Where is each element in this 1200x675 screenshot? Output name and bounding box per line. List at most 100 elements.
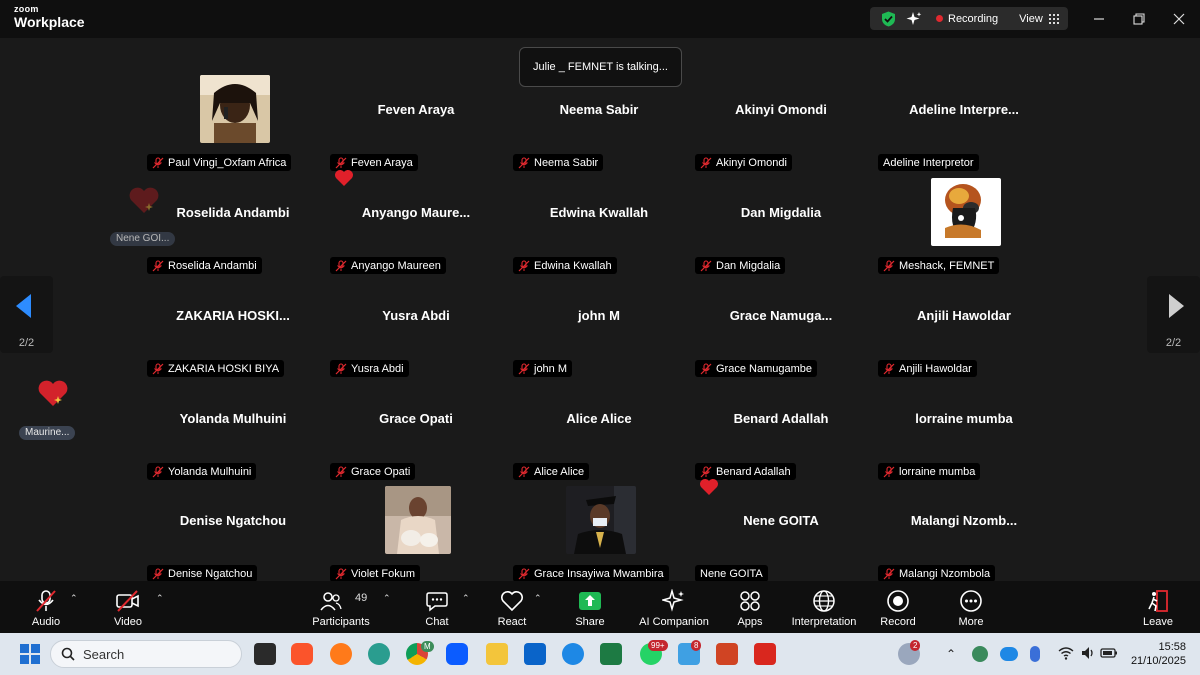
participant-label-text: lorraine mumba bbox=[899, 465, 976, 478]
battery-icon[interactable] bbox=[1100, 646, 1118, 665]
participant-label: Anjili Hawoldar bbox=[878, 360, 977, 377]
next-page-button[interactable]: 2/2 bbox=[1147, 276, 1200, 353]
participant-label-text: Adeline Interpretor bbox=[883, 156, 974, 169]
participant-tile[interactable]: Yusra Abdi Yusra Abdi bbox=[327, 281, 505, 381]
participant-tile[interactable]: Violet Fokum bbox=[327, 486, 505, 586]
interpretation-button[interactable]: Interpretation bbox=[790, 581, 858, 633]
participant-photo bbox=[200, 75, 270, 143]
firefox-icon[interactable] bbox=[330, 643, 352, 665]
participant-tile[interactable]: Roselida Andambi Roselida Andambi bbox=[144, 178, 322, 278]
restore-button[interactable] bbox=[1128, 8, 1150, 30]
task-view-icon[interactable] bbox=[254, 643, 276, 665]
minimize-button[interactable] bbox=[1088, 8, 1110, 30]
participant-tile[interactable]: Malangi Nzomb... Malangi Nzombola bbox=[875, 486, 1053, 586]
participant-label: lorraine mumba bbox=[878, 463, 981, 480]
participant-label-text: Yusra Abdi bbox=[351, 362, 404, 375]
interpretation-label: Interpretation bbox=[791, 616, 857, 628]
participant-tile[interactable]: Grace Opati Grace Opati bbox=[327, 384, 505, 484]
react-button[interactable]: React bbox=[494, 581, 530, 633]
participant-tile[interactable]: Alice Alice Alice Alice bbox=[510, 384, 688, 484]
wifi-icon[interactable] bbox=[1058, 645, 1074, 666]
participant-tile[interactable]: lorraine mumba lorraine mumba bbox=[875, 384, 1053, 484]
chevron-up-icon[interactable]: ⌃ bbox=[946, 647, 956, 661]
heart-reaction-icon bbox=[335, 170, 353, 186]
participant-tile[interactable]: Paul Vingi_Oxfam Africa bbox=[144, 75, 322, 175]
grid-view-icon[interactable] bbox=[1048, 13, 1059, 24]
recording-label[interactable]: Recording bbox=[948, 13, 998, 25]
leave-label: Leave bbox=[1143, 616, 1173, 628]
view-button[interactable]: View bbox=[1019, 13, 1043, 25]
onedrive-icon[interactable] bbox=[1000, 647, 1018, 661]
volume-icon[interactable] bbox=[1080, 645, 1096, 666]
video-button[interactable]: Video bbox=[110, 581, 146, 633]
participant-name: Grace Namuga... bbox=[729, 308, 833, 323]
outlook-icon[interactable] bbox=[524, 643, 546, 665]
mic-muted-icon bbox=[518, 465, 530, 477]
participant-tile[interactable]: Edwina Kwallah Edwina Kwallah bbox=[510, 178, 688, 278]
participants-icon bbox=[318, 588, 344, 614]
participant-tile[interactable]: Anyango Maure... Anyango Maureen bbox=[327, 178, 505, 278]
participant-tile[interactable]: ZAKARIA HOSKI... ZAKARIA HOSKI BIYA bbox=[144, 281, 322, 381]
taskbar-clock[interactable]: 15:58 21/10/2025 bbox=[1131, 640, 1186, 668]
chat-options-chevron-icon[interactable]: ⌃ bbox=[462, 593, 470, 604]
zoom-app-icon[interactable] bbox=[446, 643, 468, 665]
clock-time: 15:58 bbox=[1158, 641, 1186, 653]
participant-tile[interactable]: Dan Migdalia Dan Migdalia bbox=[692, 178, 870, 278]
taskbar-search[interactable]: Search bbox=[50, 640, 242, 668]
participant-tile[interactable]: Meshack, FEMNET bbox=[875, 178, 1053, 278]
participant-tile[interactable]: Adeline Interpre... Adeline Interpretor bbox=[875, 75, 1053, 175]
excel-icon[interactable] bbox=[600, 643, 622, 665]
participant-label-text: john M bbox=[534, 362, 568, 375]
ai-companion-button[interactable]: AI Companion bbox=[638, 581, 710, 633]
reaction-sender-name: Maurine... bbox=[19, 426, 76, 440]
apps-button[interactable]: Apps bbox=[734, 581, 766, 633]
more-button[interactable]: More bbox=[954, 581, 988, 633]
participant-tile[interactable]: Nene GOITA Nene GOITA bbox=[692, 486, 870, 586]
participant-label-text: Violet Fokum bbox=[351, 567, 415, 580]
participant-label: Grace Namugambe bbox=[695, 360, 817, 377]
participant-label: Malangi Nzombola bbox=[878, 565, 996, 582]
participant-tile[interactable]: Anjili Hawoldar Anjili Hawoldar bbox=[875, 281, 1053, 381]
participant-name: Akinyi Omondi bbox=[735, 102, 827, 117]
video-options-chevron-icon[interactable]: ⌃ bbox=[156, 593, 164, 604]
share-label: Share bbox=[575, 616, 605, 628]
participant-tile[interactable]: Denise Ngatchou Denise Ngatchou bbox=[144, 486, 322, 586]
logo-product: Workplace bbox=[14, 14, 85, 30]
participant-tile[interactable]: Benard Adallah Benard Adallah bbox=[692, 384, 870, 484]
windows-start-icon[interactable] bbox=[20, 644, 40, 664]
react-options-chevron-icon[interactable]: ⌃ bbox=[534, 593, 542, 604]
participant-tile[interactable]: Neema Sabir Neema Sabir bbox=[510, 75, 688, 175]
file-explorer-icon[interactable] bbox=[486, 643, 508, 665]
leave-button[interactable]: Leave bbox=[1140, 581, 1176, 633]
help-icon[interactable] bbox=[562, 643, 584, 665]
participant-tile[interactable]: Grace Namuga... Grace Namugambe bbox=[692, 281, 870, 381]
brave-browser-icon[interactable] bbox=[291, 643, 313, 665]
ai-sparkle-icon[interactable] bbox=[906, 11, 922, 27]
participants-options-chevron-icon[interactable]: ⌃ bbox=[383, 593, 391, 604]
mic-muted-icon bbox=[700, 259, 712, 271]
participant-tile[interactable]: john M john M bbox=[510, 281, 688, 381]
mic-muted-icon bbox=[335, 567, 347, 579]
participant-label-text: Feven Araya bbox=[351, 156, 413, 169]
audio-options-chevron-icon[interactable]: ⌃ bbox=[70, 593, 78, 604]
previous-page-button[interactable]: 2/2 bbox=[0, 276, 53, 353]
participant-tile[interactable]: Grace Insayiwa Mwambira bbox=[510, 486, 688, 586]
close-window-button[interactable] bbox=[1168, 8, 1190, 30]
share-button[interactable]: Share bbox=[572, 581, 608, 633]
shield-check-icon[interactable] bbox=[880, 11, 896, 27]
participant-tile[interactable]: Feven Araya Feven Araya bbox=[327, 75, 505, 175]
participants-button[interactable]: Participants bbox=[312, 581, 370, 633]
participant-tile[interactable]: Akinyi Omondi Akinyi Omondi bbox=[692, 75, 870, 175]
edge-browser-icon[interactable] bbox=[368, 643, 390, 665]
chat-button[interactable]: Chat bbox=[422, 581, 452, 633]
sync-icon[interactable] bbox=[972, 646, 988, 662]
participant-tile[interactable]: Yolanda Mulhuini Yolanda Mulhuini bbox=[144, 384, 322, 484]
chrome-profile-badge: M bbox=[421, 641, 434, 652]
audio-button[interactable]: Audio bbox=[28, 581, 64, 633]
record-button[interactable]: Record bbox=[880, 581, 916, 633]
participant-label: Neema Sabir bbox=[513, 154, 604, 171]
powerpoint-icon[interactable] bbox=[716, 643, 738, 665]
microphone-tray-icon[interactable] bbox=[1030, 646, 1040, 662]
participant-label: Yolanda Mulhuini bbox=[147, 463, 257, 480]
pdf-reader-icon[interactable] bbox=[754, 643, 776, 665]
